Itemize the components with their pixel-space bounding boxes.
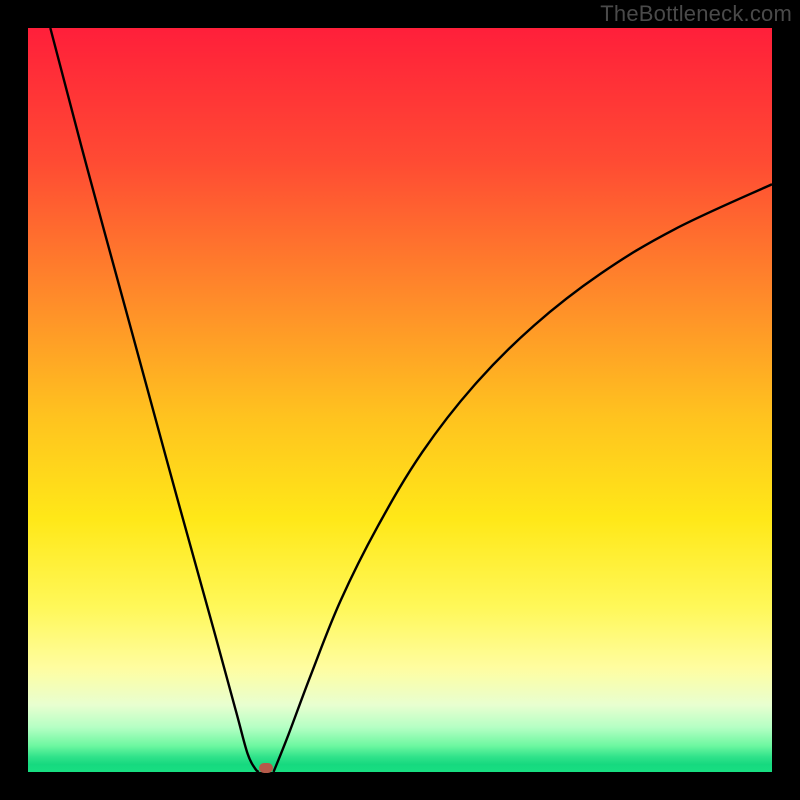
curve-right-branch xyxy=(274,184,772,772)
watermark-text: TheBottleneck.com xyxy=(600,1,792,27)
plot-area xyxy=(28,28,772,772)
curve-left-branch xyxy=(50,28,258,772)
optimal-marker xyxy=(259,763,273,773)
bottleneck-curve xyxy=(28,28,772,772)
chart-frame: TheBottleneck.com xyxy=(0,0,800,800)
